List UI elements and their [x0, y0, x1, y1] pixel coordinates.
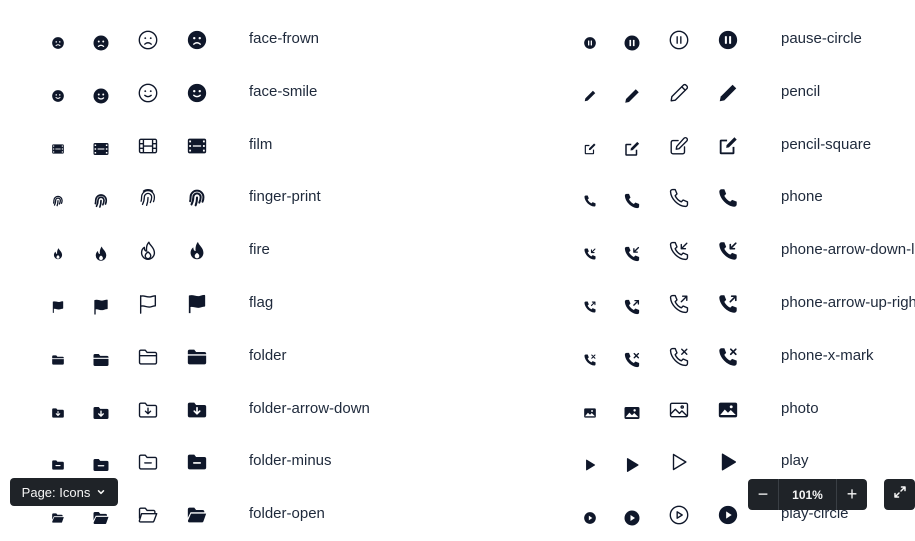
phone-x-mark-icon — [577, 353, 603, 367]
phone-arrow-up-right-icon — [577, 300, 603, 314]
pause-circle-icon — [577, 36, 603, 50]
icon-name-label: phone-arrow-down-left — [781, 241, 915, 259]
phone-arrow-down-left-icon — [619, 245, 645, 263]
zoom-out-button[interactable]: − — [748, 479, 778, 510]
phone-x-mark-icon — [666, 346, 692, 368]
pause-circle-icon — [619, 34, 645, 52]
page-selector-button[interactable]: Page: Icons — [10, 478, 118, 506]
fullscreen-button[interactable] — [884, 479, 915, 510]
phone-arrow-down-left-icon — [577, 247, 603, 261]
expand-icon — [893, 485, 907, 504]
pencil-icon — [619, 87, 645, 105]
icon-name-label: pencil — [781, 82, 821, 100]
icon-name-label: photo — [781, 399, 819, 417]
phone-icon — [577, 194, 603, 208]
pencil-square-icon — [666, 135, 692, 157]
photo-icon — [715, 399, 741, 421]
icon-row-pencil: pencil — [0, 67, 915, 119]
pause-circle-icon — [666, 29, 692, 51]
icon-row-pencil-square: pencil-square — [0, 120, 915, 172]
zoom-level: 101% — [778, 479, 837, 510]
pencil-square-icon — [619, 140, 645, 158]
icon-row-phone: phone — [0, 172, 915, 224]
phone-x-mark-icon — [619, 351, 645, 369]
pencil-square-icon — [577, 142, 603, 156]
play-circle-icon — [619, 509, 645, 527]
icon-row-phone-arrow-up-right: phone-arrow-up-right — [0, 278, 915, 330]
pencil-icon — [666, 82, 692, 104]
icon-name-label: pause-circle — [781, 30, 862, 47]
icon-row-photo: photo — [0, 384, 915, 436]
play-icon — [666, 451, 692, 473]
phone-x-mark-icon — [715, 346, 741, 368]
zoom-control: − 101% + — [748, 479, 867, 510]
phone-arrow-up-right-icon — [619, 298, 645, 316]
icon-name-label: pencil-square — [781, 135, 872, 153]
zoom-in-button[interactable]: + — [837, 479, 867, 510]
play-icon — [619, 456, 645, 474]
play-icon — [577, 458, 603, 472]
icon-name-label: phone-arrow-up-right — [781, 294, 915, 311]
pencil-icon — [715, 82, 741, 104]
play-circle-icon — [715, 504, 741, 526]
pause-circle-icon — [715, 29, 741, 51]
phone-arrow-up-right-icon — [715, 293, 741, 315]
phone-icon — [666, 187, 692, 209]
page-selector-label: Page: Icons — [21, 484, 91, 500]
icon-row-phone-x-mark: phone-x-mark — [0, 331, 915, 383]
phone-icon — [619, 192, 645, 210]
icon-name-label: phone-x-mark — [781, 346, 874, 364]
phone-arrow-down-left-icon — [666, 240, 692, 262]
pencil-icon — [577, 89, 603, 103]
icon-name-label: phone — [781, 188, 823, 206]
photo-icon — [577, 406, 603, 420]
pencil-square-icon — [715, 135, 741, 157]
play-circle-icon — [666, 504, 692, 526]
photo-icon — [666, 399, 692, 421]
chevron-down-icon — [96, 485, 106, 500]
icon-name-label: play — [781, 452, 809, 470]
icon-row-pause-circle: pause-circle — [0, 14, 915, 66]
phone-arrow-up-right-icon — [666, 293, 692, 315]
photo-icon — [619, 404, 645, 422]
phone-arrow-down-left-icon — [715, 240, 741, 262]
phone-icon — [715, 187, 741, 209]
play-icon — [715, 451, 741, 473]
play-circle-icon — [577, 511, 603, 525]
icon-row-phone-arrow-down-left: phone-arrow-down-left — [0, 225, 915, 277]
